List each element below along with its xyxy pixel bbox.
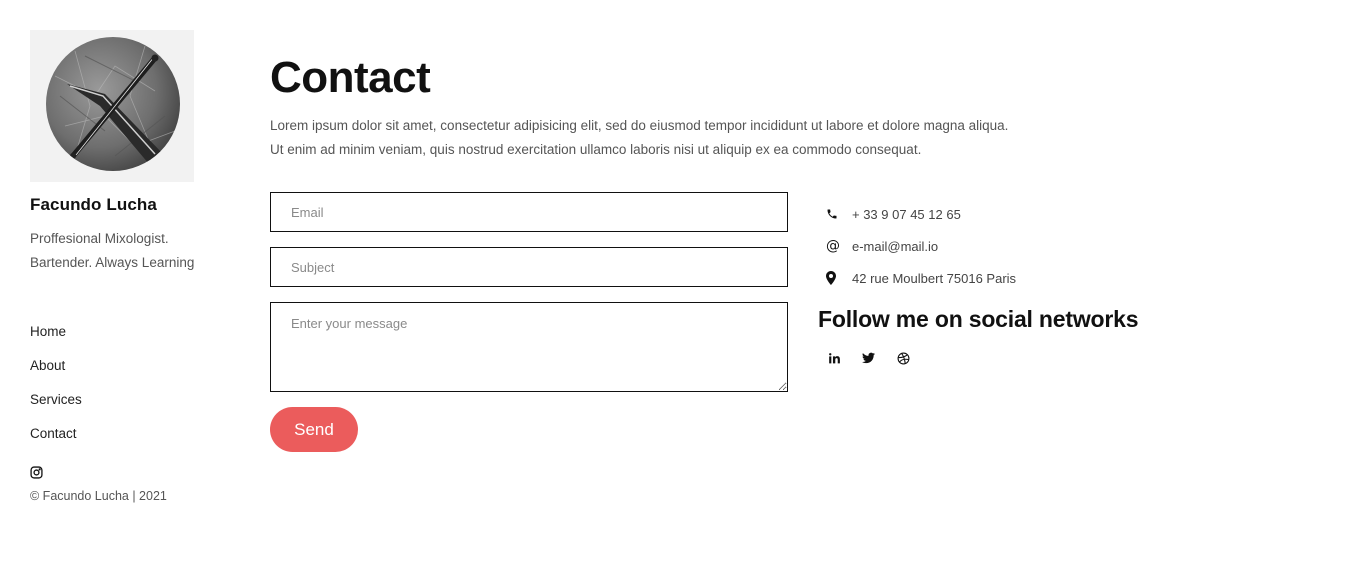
address-row: 42 rue Moulbert 75016 Paris	[818, 262, 1218, 294]
contact-section: Contact Lorem ipsum dolor sit amet, cons…	[270, 52, 1170, 162]
instagram-icon[interactable]	[30, 466, 44, 480]
intro-line: Lorem ipsum dolor sit amet, consectetur …	[270, 118, 1009, 133]
at-sign-icon: @	[826, 238, 840, 254]
twitter-icon[interactable]	[861, 351, 875, 365]
sidebar: Facundo Lucha Proffesional Mixologist. B…	[30, 30, 230, 503]
contact-info: + 33 9 07 45 12 65 @ e-mail@mail.io 42 r…	[818, 198, 1218, 365]
dribbble-icon[interactable]	[896, 351, 910, 365]
nav-item-about[interactable]: About	[30, 356, 230, 390]
linkedin-icon[interactable]	[826, 351, 840, 365]
page-title: Contact	[270, 53, 431, 102]
intro-text: Lorem ipsum dolor sit amet, consectetur …	[270, 114, 1170, 162]
address-text: 42 rue Moulbert 75016 Paris	[852, 270, 1017, 286]
email-address: e-mail@mail.io	[852, 238, 939, 254]
phone-number: + 33 9 07 45 12 65	[852, 206, 961, 222]
social-title: Follow me on social networks	[818, 306, 1139, 332]
profile-bio: Proffesional Mixologist. Bartender. Alwa…	[30, 227, 200, 275]
profile-name: Facundo Lucha	[30, 195, 157, 214]
nav-item-home[interactable]: Home	[30, 322, 230, 356]
copyright: © Facundo Lucha | 2021	[30, 489, 167, 503]
map-pin-icon	[818, 271, 852, 285]
main-nav: Home About Services Contact	[30, 322, 230, 458]
contact-form: Send	[270, 192, 788, 452]
avatar	[30, 30, 194, 182]
social-links	[818, 351, 1218, 365]
bio-line: Bartender. Always Learning	[30, 255, 195, 270]
send-button[interactable]: Send	[270, 407, 358, 452]
email-field[interactable]	[270, 192, 788, 232]
intro-line: Ut enim ad minim veniam, quis nostrud ex…	[270, 142, 922, 157]
nav-item-contact[interactable]: Contact	[30, 424, 230, 458]
message-field[interactable]	[270, 302, 788, 392]
phone-icon	[818, 208, 852, 220]
bio-line: Proffesional Mixologist.	[30, 231, 169, 246]
profile-photo	[46, 37, 180, 171]
email-row: @ e-mail@mail.io	[818, 230, 1218, 262]
phone-row: + 33 9 07 45 12 65	[818, 198, 1218, 230]
subject-field[interactable]	[270, 247, 788, 287]
nav-item-services[interactable]: Services	[30, 390, 230, 424]
